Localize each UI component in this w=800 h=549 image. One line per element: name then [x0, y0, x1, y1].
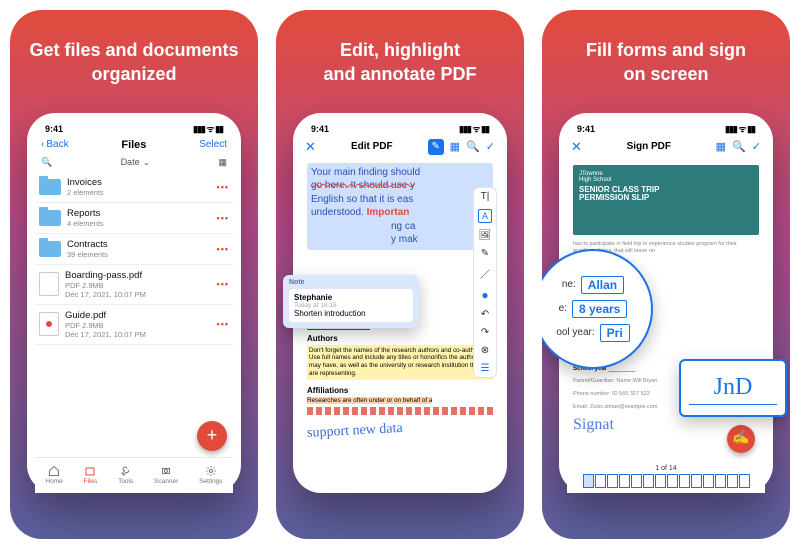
close-icon[interactable]: ✕ [305, 139, 316, 155]
note-content: Stephanie Today at 18:18 Shorten introdu… [289, 289, 413, 322]
pen-tool-icon[interactable]: ✎ [481, 248, 489, 259]
more-icon[interactable]: ••• [217, 244, 229, 254]
phone-mock-3: 9:41 ▮▮▮ ᯤ ▮▮ ✕ Sign PDF ▦ 🔍 ✓ JTownneHi… [559, 113, 773, 493]
tab-tools[interactable]: Tools [118, 465, 133, 485]
list-item[interactable]: Contracts39 elements ••• [35, 234, 233, 265]
select-button[interactable]: Select [199, 139, 227, 150]
search-icon[interactable]: 🔍 [466, 140, 480, 153]
document-body[interactable]: Your main finding should go here. It sho… [301, 159, 499, 493]
note-label: Note [289, 279, 413, 286]
add-button[interactable]: + [197, 421, 227, 451]
card-title: Edit, highlightand annotate PDF [309, 38, 490, 87]
tab-home[interactable]: Home [45, 465, 62, 485]
promo-card-1: Get files and documentsorganized 9:41 ▮▮… [10, 10, 258, 539]
form-input[interactable]: Allan [581, 276, 624, 294]
scribble-annotation[interactable] [307, 407, 493, 415]
screen-title: Files [121, 139, 146, 151]
sign-button[interactable]: ✍ [727, 425, 755, 453]
promo-card-2: Edit, highlightand annotate PDF 9:41 ▮▮▮… [276, 10, 524, 539]
more-icon[interactable]: ••• [217, 213, 229, 223]
highlighted-text[interactable]: Don't forget the names of the research a… [307, 345, 493, 380]
textbox-tool-icon[interactable]: A [478, 209, 492, 223]
page-thumbnails[interactable] [583, 474, 750, 488]
highlighted-text-orange[interactable]: Researches are often under or on behalf … [307, 397, 493, 404]
status-time: 9:41 [311, 124, 329, 134]
text-tool-icon[interactable]: T| [481, 191, 490, 202]
status-bar: 9:41 ▮▮▮ ᯤ ▮▮ [301, 121, 499, 135]
check-icon[interactable]: ✓ [752, 140, 761, 153]
tool-strip: T| A 🖼 ✎ ／ ● ↶ ↷ ⊗ ☰ [473, 187, 497, 378]
status-time: 9:41 [577, 124, 595, 134]
search-icon[interactable]: 🔍 [41, 157, 52, 168]
document-icon [39, 272, 59, 296]
status-icons: ▮▮▮ ᯤ ▮▮ [193, 122, 223, 135]
status-icons: ▮▮▮ ᯤ ▮▮ [459, 122, 489, 135]
folder-icon [39, 241, 61, 257]
promo-card-3: Fill forms and signon screen 9:41 ▮▮▮ ᯤ … [542, 10, 790, 539]
color-dot-icon[interactable]: ● [481, 288, 488, 302]
search-icon[interactable]: 🔍 [732, 140, 746, 153]
screen-title: Sign PDF [588, 141, 710, 152]
signature-overlay[interactable]: JnD [679, 359, 787, 417]
tab-bar: Home Files Tools Scanner Settings [35, 457, 233, 493]
edit-icon[interactable]: ✎ [428, 139, 444, 155]
list-item[interactable]: Boarding-pass.pdfPDF 2.9MBDec 17, 2021, … [35, 265, 233, 305]
menu-icon[interactable]: ☰ [481, 363, 490, 374]
screen-title: Edit PDF [322, 141, 422, 152]
status-time: 9:41 [45, 124, 63, 134]
magnifier-overlay: ne:Allan e:8 years ool year:Pri [542, 249, 653, 369]
grid-view-icon[interactable]: ▦ [218, 157, 227, 168]
nav-bar: ‹ Back Files Select [35, 135, 233, 155]
page-indicator: 1 of 14 [567, 463, 765, 493]
nav-bar: ✕ Sign PDF ▦ 🔍 ✓ [567, 135, 765, 159]
more-icon[interactable]: ••• [217, 182, 229, 192]
list-item[interactable]: Invoices2 elements ••• [35, 172, 233, 203]
list-item[interactable]: Reports4 elements ••• [35, 203, 233, 234]
tab-files[interactable]: Files [84, 465, 98, 485]
document-icon [39, 312, 59, 336]
form-input[interactable]: 8 years [572, 300, 627, 318]
phone-mock-2: 9:41 ▮▮▮ ᯤ ▮▮ ✕ Edit PDF ✎ ▦ 🔍 ✓ Your ma… [293, 113, 507, 493]
card-title: Get files and documentsorganized [15, 38, 252, 87]
chevron-down-icon: ⌄ [143, 157, 151, 168]
close-icon[interactable]: ✕ [571, 139, 582, 155]
check-icon[interactable]: ✓ [486, 140, 495, 153]
status-icons: ▮▮▮ ᯤ ▮▮ [725, 122, 755, 135]
more-icon[interactable]: ••• [217, 319, 229, 329]
tab-scanner[interactable]: Scanner [154, 465, 178, 485]
folder-icon [39, 210, 61, 226]
image-tool-icon[interactable]: 🖼 [479, 230, 492, 241]
redo-icon[interactable]: ↷ [481, 327, 489, 338]
form-input[interactable]: Pri [600, 324, 630, 342]
sort-selector[interactable]: Date ⌄ [121, 157, 151, 168]
card-title: Fill forms and signon screen [572, 38, 760, 87]
sub-bar: 🔍 Date ⌄ ▦ [35, 155, 233, 172]
status-bar: 9:41 ▮▮▮ ᯤ ▮▮ [35, 121, 233, 135]
line-tool-icon[interactable]: ／ [480, 266, 490, 281]
grid-icon[interactable]: ▦ [716, 140, 726, 153]
folder-icon [39, 179, 61, 195]
label-authors: Authors [307, 334, 493, 343]
nav-bar: ✕ Edit PDF ✎ ▦ 🔍 ✓ [301, 135, 499, 159]
status-bar: 9:41 ▮▮▮ ᯤ ▮▮ [567, 121, 765, 135]
note-popover[interactable]: Note Stephanie Today at 18:18 Shorten in… [283, 275, 419, 328]
label-affiliations: Affiliations [307, 386, 493, 395]
grid-icon[interactable]: ▦ [450, 140, 460, 153]
selected-text[interactable]: Your main finding should go here. It sho… [307, 163, 493, 250]
more-icon[interactable]: ••• [217, 279, 229, 289]
list-item[interactable]: Guide.pdfPDF 2.9MBDec 17, 2021, 10:07 PM… [35, 305, 233, 345]
undo-icon[interactable]: ↶ [481, 309, 489, 320]
tab-settings[interactable]: Settings [199, 465, 223, 485]
document-body[interactable]: JTownneHigh School SENIOR CLASS TRIPPERM… [567, 159, 765, 493]
delete-icon[interactable]: ⊗ [481, 345, 489, 356]
back-button[interactable]: ‹ Back [41, 139, 69, 150]
form-header: JTownneHigh School SENIOR CLASS TRIPPERM… [573, 165, 759, 235]
handwriting-annotation[interactable]: support new data [307, 416, 494, 442]
phone-mock-1: 9:41 ▮▮▮ ᯤ ▮▮ ‹ Back Files Select 🔍 Date… [27, 113, 241, 493]
